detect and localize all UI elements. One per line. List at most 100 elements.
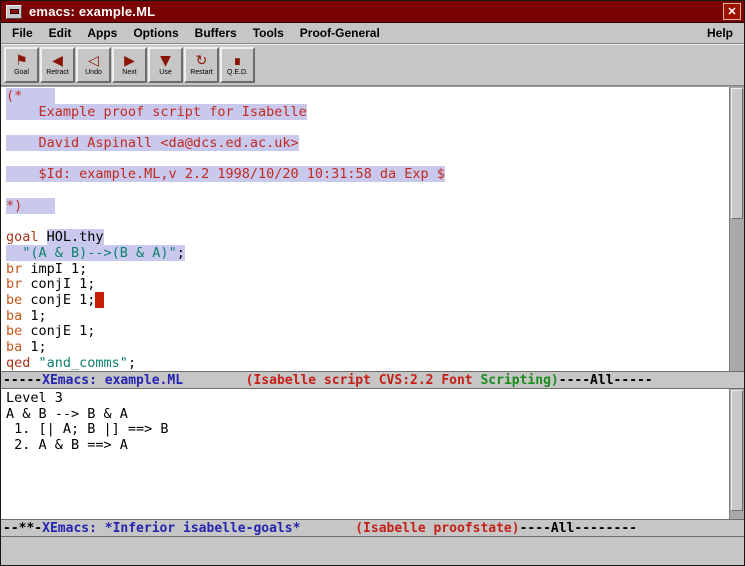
menu-item-proof-general[interactable]: Proof-General [292,24,388,42]
code-span [6,245,22,261]
menu-item-apps[interactable]: Apps [79,24,125,42]
menu-item-edit[interactable]: Edit [41,24,80,42]
code-line: goal HOL.thy [6,230,729,246]
code-line: qed "and_comms"; [6,356,729,371]
code-span: conjI 1; [22,276,95,292]
code-line: be conjE 1; [6,293,729,309]
menu-item-tools[interactable]: Tools [245,24,292,42]
modeline-goals: --**-XEmacs: *Inferior isabelle-goals* (… [1,519,744,537]
window-menu-icon[interactable] [6,5,22,19]
modeline-segment: ) [551,373,559,388]
code-span: impI 1; [22,261,87,277]
retract-button[interactable]: ◀Retract [40,47,75,83]
modeline-segment: XEmacs: *Inferior isabelle-goals* [42,521,300,536]
menu-bar: FileEditAppsOptionsBuffersToolsProof-Gen… [1,23,744,44]
goals-line: A & B --> B & A [6,407,729,423]
code-span: *) [6,198,55,214]
code-line: Example proof script for Isabelle [6,105,729,121]
window-title: emacs: example.ML [29,4,723,19]
code-line: ba 1; [6,309,729,325]
menu-item-buffers[interactable]: Buffers [187,24,245,42]
modeline-segment: ----All-------- [520,521,637,536]
qed-icon: ∎ [233,53,242,69]
toolbar: ⚑Goal◀Retract◁Undo▶Next▼Use↻Restart∎Q.E.… [1,44,744,86]
code-line: $Id: example.ML,v 2.2 1998/10/20 10:31:5… [6,167,729,183]
menu-item-file[interactable]: File [4,24,41,42]
script-scrollbar-thumb[interactable] [731,88,743,219]
code-line: ba 1; [6,340,729,356]
use-button[interactable]: ▼Use [148,47,183,83]
code-span: conjE 1; [22,323,95,339]
goals-scrollbar[interactable] [729,389,744,519]
code-line [6,215,729,231]
code-span: ; [128,355,136,371]
modeline-segment [183,373,246,388]
close-button[interactable]: ✕ [723,3,741,20]
undo-icon: ◁ [88,53,99,69]
modeline-segment: ----All----- [559,373,653,388]
code-line: br conjI 1; [6,277,729,293]
goals-scrollbar-thumb[interactable] [731,390,743,511]
qed-button[interactable]: ∎Q.E.D. [220,47,255,83]
script-buffer[interactable]: (* Example proof script for Isabelle Dav… [1,87,729,371]
modeline-segment [300,521,355,536]
code-span: "(A & B)-->(B & A)" [22,245,176,261]
next-button[interactable]: ▶Next [112,47,147,83]
close-icon: ✕ [727,5,736,18]
menu-items: FileEditAppsOptionsBuffersToolsProof-Gen… [4,26,388,40]
next-icon: ▶ [124,53,135,69]
toolbar-button-label: Restart [190,69,213,77]
code-line: (* [6,89,729,105]
code-span: ba [6,308,22,324]
code-line: *) [6,199,729,215]
code-span: qed [6,355,30,371]
code-span: David Aspinall <da@dcs.ed.ac.uk> [6,135,299,151]
goal-button[interactable]: ⚑Goal [4,47,39,83]
goal-icon: ⚑ [15,53,28,69]
toolbar-button-label: Q.E.D. [227,69,248,77]
code-span: ba [6,339,22,355]
menu-right: Help [699,26,741,40]
code-span: ; [177,245,185,261]
toolbar-button-label: Retract [46,69,69,77]
code-span: goal [6,229,39,245]
code-span: conjE 1; [22,292,95,308]
modeline-segment: --**- [3,521,42,536]
menu-item-help[interactable]: Help [699,24,741,42]
code-span: $Id: example.ML,v 2.2 1998/10/20 10:31:5… [6,166,445,182]
script-scrollbar[interactable] [729,87,744,371]
restart-icon: ↻ [196,53,208,69]
code-span: 1; [22,308,46,324]
code-span: "and_comms" [39,355,128,371]
goals-buffer[interactable]: Level 3A & B --> B & A 1. [| A; B |] ==>… [1,389,729,519]
code-span: 1; [22,339,46,355]
script-window: (* Example proof script for Isabelle Dav… [1,86,744,371]
toolbar-button-label: Undo [85,69,102,77]
modeline-segment: XEmacs: example.ML [42,373,183,388]
undo-button[interactable]: ◁Undo [76,47,111,83]
code-line: be conjE 1; [6,324,729,340]
goals-line: Level 3 [6,391,729,407]
code-span [30,355,38,371]
modeline-segment: (Isabelle script CVS:2.2 Font [246,373,481,388]
modeline-segment: Scripting [480,373,550,388]
toolbar-button-label: Next [122,69,136,77]
code-span: HOL.thy [47,229,104,245]
use-icon: ▼ [160,53,171,69]
modeline-script: -----XEmacs: example.ML (Isabelle script… [1,371,744,389]
code-line [6,120,729,136]
code-line: br impI 1; [6,262,729,278]
toolbar-button-label: Goal [14,69,29,77]
emacs-window: emacs: example.ML ✕ FileEditAppsOptionsB… [0,0,745,566]
modeline-segment: ----- [3,373,42,388]
code-span: be [6,292,22,308]
code-line: David Aspinall <da@dcs.ed.ac.uk> [6,136,729,152]
minibuffer[interactable] [1,537,744,565]
window-menu-glyph [10,9,19,14]
menu-item-options[interactable]: Options [125,24,186,42]
restart-button[interactable]: ↻Restart [184,47,219,83]
modeline-segment: (Isabelle proofstate) [355,521,519,536]
code-line: "(A & B)-->(B & A)"; [6,246,729,262]
toolbar-button-label: Use [159,69,171,77]
goals-line: 2. A & B ==> A [6,438,729,454]
